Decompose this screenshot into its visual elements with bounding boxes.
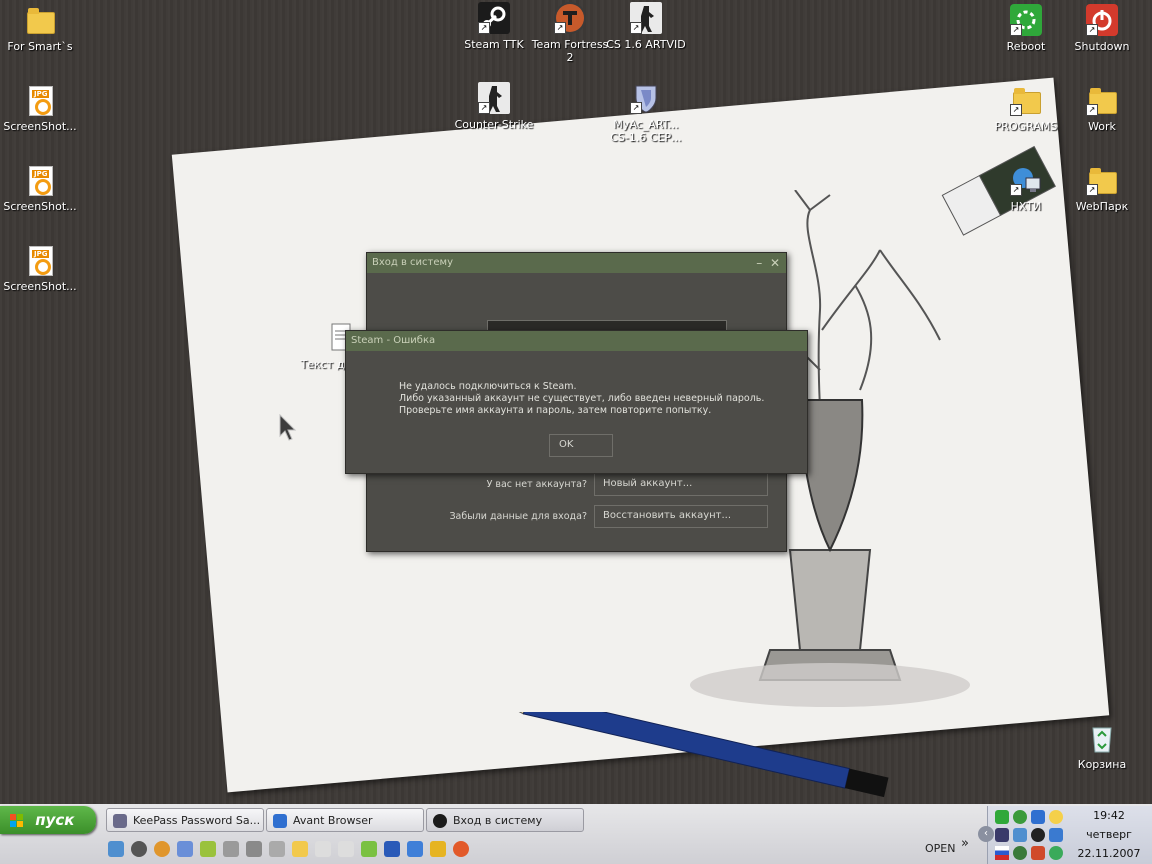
desktop-icon-team-fortress[interactable]: ↗ Team Fortress 2 xyxy=(530,2,610,64)
error-line-2: Либо указанный аккаунт не существует, ли… xyxy=(399,393,765,404)
mouse-cursor xyxy=(279,414,297,441)
desktop-icon-counter-strike[interactable]: ↗ Counter-Strike xyxy=(454,82,534,131)
language-flag-icon[interactable] xyxy=(995,846,1009,860)
desktop-icon-nhti[interactable]: ↗ НХТИ xyxy=(986,164,1066,213)
new-account-button[interactable]: Новый аккаунт... xyxy=(594,473,768,496)
desktop-icon-webpark[interactable]: ↗ WebПарк xyxy=(1062,164,1142,213)
error-message: Не удалось подключиться к Steam. Либо ук… xyxy=(399,381,764,417)
desktop-icon-work[interactable]: ↗ Work xyxy=(1062,84,1142,133)
desktop-icon-steam-ttk[interactable]: ↗ Steam TTK xyxy=(454,2,534,51)
tray-app-icon[interactable] xyxy=(1013,810,1027,824)
no-account-label: У вас нет аккаунта? xyxy=(486,479,587,490)
error-line-3: Проверьте имя аккаунта и пароль, затем п… xyxy=(399,405,712,416)
windows-logo-icon xyxy=(10,809,24,827)
quicklaunch-folder-icon[interactable] xyxy=(292,841,308,857)
quicklaunch-app-icon[interactable] xyxy=(430,841,446,857)
double-chevron-icon[interactable]: » xyxy=(961,836,969,851)
tray-app-icon[interactable] xyxy=(1031,828,1045,842)
ok-button[interactable]: OK xyxy=(549,434,613,457)
tray-app-icon[interactable] xyxy=(1049,846,1063,860)
tray-app-icon[interactable] xyxy=(1049,828,1063,842)
tray-app-icon[interactable] xyxy=(1049,810,1063,824)
desktop: For Smart`s JPG ScreenShot... JPG Screen… xyxy=(0,0,1152,804)
tray-app-icon[interactable] xyxy=(1031,810,1045,824)
quicklaunch-app-icon[interactable] xyxy=(131,841,147,857)
taskbar-item-avant-browser[interactable]: Avant Browser xyxy=(266,808,424,832)
tf2-icon: ↗ xyxy=(554,2,586,34)
tray-app-icon[interactable] xyxy=(1013,846,1027,860)
steam-icon: ↗ xyxy=(478,2,510,34)
desktop-icon-reboot[interactable]: ↗ Reboot xyxy=(986,4,1066,53)
start-label: пуск xyxy=(35,811,75,829)
avant-browser-icon xyxy=(273,814,287,828)
lock-icon xyxy=(113,814,127,828)
desktop-icon-myac[interactable]: ↗ MyAc_ART... CS-1.6 СЕР... xyxy=(606,82,686,144)
quicklaunch-app-icon[interactable] xyxy=(223,841,239,857)
open-label[interactable]: OPEN xyxy=(925,842,955,855)
quicklaunch-app-icon[interactable] xyxy=(246,841,262,857)
quicklaunch-app-icon[interactable] xyxy=(407,841,423,857)
power-icon: ↗ xyxy=(1086,4,1118,36)
recycle-bin-icon xyxy=(1086,722,1118,754)
desktop-icon-shutdown[interactable]: ↗ Shutdown xyxy=(1062,4,1142,53)
forgot-login-label: Забыли данные для входа? xyxy=(449,511,587,522)
clock[interactable]: 19:42 четверг 22.11.2007 xyxy=(1070,806,1148,863)
tray-lock-icon[interactable] xyxy=(995,828,1009,842)
quicklaunch-app-icon[interactable] xyxy=(269,841,285,857)
clock-day: четверг xyxy=(1086,828,1132,841)
quicklaunch-app-icon[interactable] xyxy=(361,841,377,857)
tray-expand-icon[interactable]: ‹ xyxy=(978,826,994,842)
desktop-icon-cs16-artvid[interactable]: ↗ CS 1.6 ARTVID xyxy=(606,2,686,51)
system-tray: ‹ 19:42 четверг 22.11.2007 xyxy=(978,806,1152,864)
taskbar-item-keepass[interactable]: KeePass Password Sa... xyxy=(106,808,264,832)
quicklaunch-app-icon[interactable] xyxy=(177,841,193,857)
desktop-icon-programs[interactable]: ↗ PROGRAMS xyxy=(986,84,1066,133)
login-window-titlebar[interactable]: Вход в систему – ✕ xyxy=(367,253,786,273)
reboot-icon: ↗ xyxy=(1010,4,1042,36)
error-dialog-titlebar[interactable]: Steam - Ошибка xyxy=(346,331,807,351)
jpg-file-icon: JPG xyxy=(29,246,53,276)
clock-date: 22.11.2007 xyxy=(1077,847,1141,860)
counter-strike-icon: ↗ xyxy=(478,82,510,114)
quicklaunch-app-icon[interactable] xyxy=(108,841,124,857)
quicklaunch-app-icon[interactable] xyxy=(200,841,216,857)
quicklaunch-counter-strike-icon[interactable] xyxy=(338,841,354,857)
folder-icon xyxy=(27,8,55,34)
tray-app-icon[interactable] xyxy=(1031,846,1045,860)
quicklaunch-counter-strike-icon[interactable] xyxy=(315,841,331,857)
desktop-icon-screenshot[interactable]: JPG ScreenShot... xyxy=(0,84,80,133)
start-button[interactable]: пуск xyxy=(0,806,96,834)
window-title: Вход в систему xyxy=(372,257,453,268)
quicklaunch-app-icon[interactable] xyxy=(384,841,400,857)
steam-icon xyxy=(433,814,447,828)
tray-app-icon[interactable] xyxy=(1013,828,1027,842)
taskbar-item-steam-login[interactable]: Вход в систему xyxy=(426,808,584,832)
network-icon: ↗ xyxy=(1010,164,1042,196)
clock-time: 19:42 xyxy=(1093,809,1125,822)
taskbar: пуск KeePass Password Sa... Avant Browse… xyxy=(0,804,1152,864)
jpg-file-icon: JPG xyxy=(29,166,53,196)
recover-account-button[interactable]: Восстановить аккаунт... xyxy=(594,505,768,528)
desktop-icon-for-smarts[interactable]: For Smart`s xyxy=(0,4,80,53)
tray-app-icon[interactable] xyxy=(995,810,1009,824)
desktop-icon-recycle-bin[interactable]: Корзина xyxy=(1062,722,1142,771)
dialog-title: Steam - Ошибка xyxy=(351,335,436,346)
steam-error-dialog[interactable]: Steam - Ошибка Не удалось подключиться к… xyxy=(345,330,808,474)
counter-strike-icon: ↗ xyxy=(630,2,662,34)
quicklaunch-app-icon[interactable] xyxy=(453,841,469,857)
jpg-file-icon: JPG xyxy=(29,86,53,116)
minimize-icon[interactable]: – xyxy=(756,256,762,270)
pencil-image xyxy=(486,712,889,798)
desktop-icon-screenshot[interactable]: JPG ScreenShot... xyxy=(0,164,80,213)
quicklaunch-app-icon[interactable] xyxy=(154,841,170,857)
shield-icon: ↗ xyxy=(630,82,662,114)
desktop-icon-screenshot[interactable]: JPG ScreenShot... xyxy=(0,244,80,293)
error-line-1: Не удалось подключиться к Steam. xyxy=(399,381,577,392)
close-icon[interactable]: ✕ xyxy=(770,256,780,270)
